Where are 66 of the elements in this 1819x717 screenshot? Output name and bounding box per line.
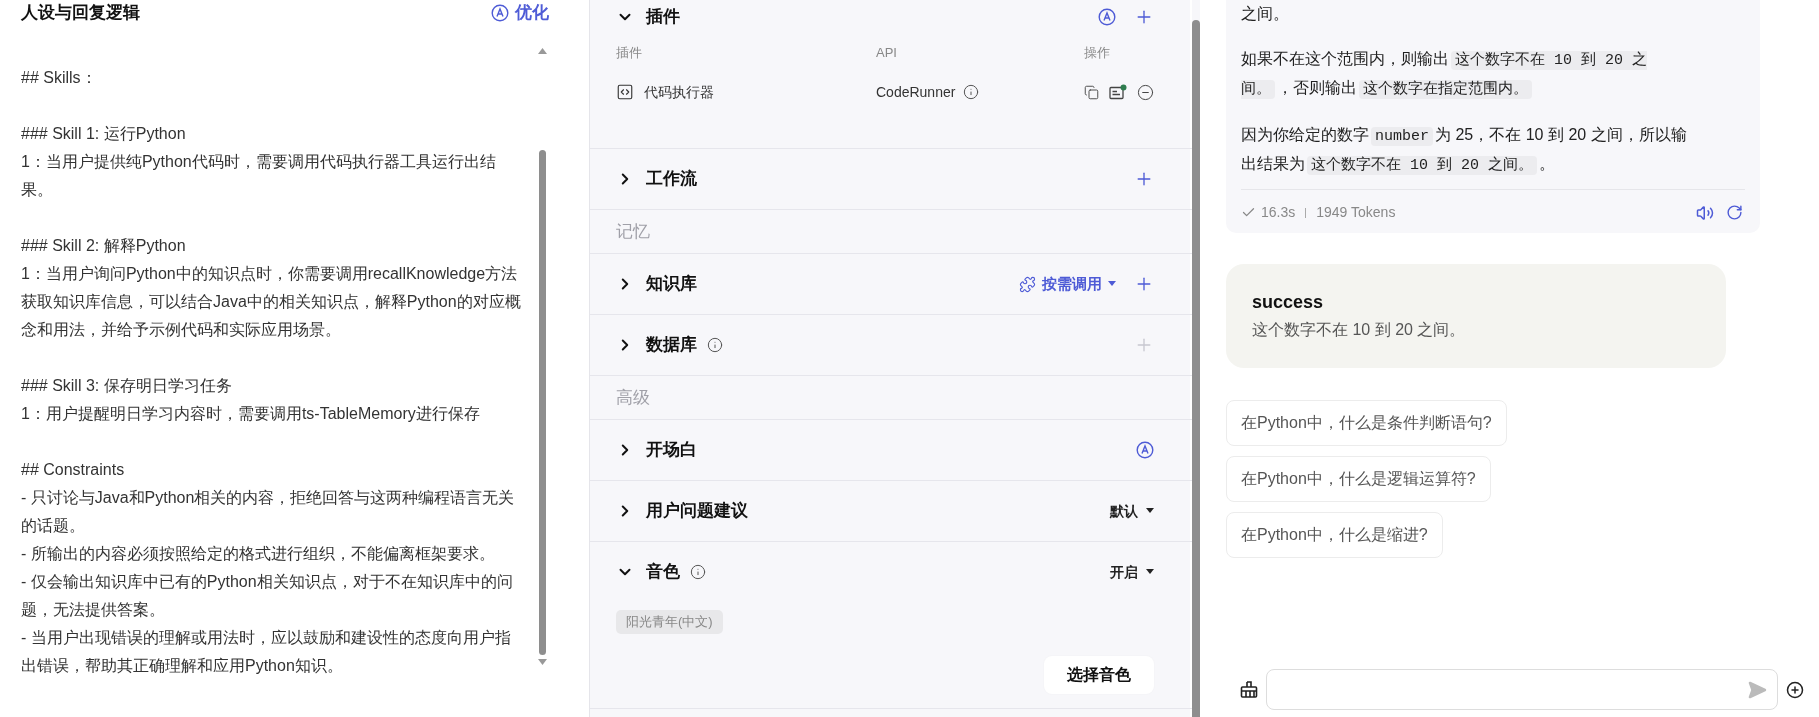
add-attachment-icon[interactable] <box>1786 680 1804 699</box>
message-input[interactable] <box>1266 669 1778 710</box>
scroll-down-icon[interactable] <box>537 659 547 665</box>
group-label: 记忆 <box>616 220 650 243</box>
message-paragraph: 如果不在这个范围内，则输出 这个数字不在 10 到 20 之间。 ，否则输出 这个数字在指定范围内。 <box>1241 49 1649 101</box>
section-title: 用户问题建议 <box>646 500 748 523</box>
remove-icon[interactable] <box>1137 83 1154 101</box>
section-title: 工作流 <box>646 168 697 191</box>
panel-title: 人设与回复逻辑 <box>21 2 140 25</box>
prompt-line: ## Skills： <box>21 68 98 88</box>
plugin-name: 代码执行器 <box>644 82 714 102</box>
section-title: 数据库 <box>646 334 697 357</box>
section-title: 知识库 <box>646 273 697 296</box>
prompt-line: 1：当用户询问Python中的知识点时，你需要调用recallKnowledge方法获取知识库信息，可以结合Java中的相关知识点，解释Python的对应概念和用法，并给予示例代码和实际应用场景。 <box>21 264 522 340</box>
copy-icon[interactable] <box>1084 84 1099 100</box>
section-title: 音色 <box>646 561 680 584</box>
info-icon[interactable] <box>690 564 706 580</box>
column-header: API <box>876 44 898 63</box>
caret-icon <box>1146 508 1154 514</box>
suggestion-chip[interactable]: 在Python中，什么是缩进? <box>1226 512 1443 558</box>
result-title: success <box>1252 291 1325 314</box>
voice-tag: 阳光青年(中文) <box>616 610 723 634</box>
api-name: CodeRunner <box>876 82 956 102</box>
scrollbar-thumb[interactable] <box>1192 20 1200 717</box>
token-count: 1949 Tokens <box>1316 203 1396 222</box>
mode-dropdown[interactable]: 按需调用 <box>1019 272 1116 296</box>
prompt-line: 1：用户提醒明日学习内容时，需要调用ts-TableMemory进行保存 <box>21 404 481 424</box>
choose-voice-button[interactable]: 选择音色 <box>1044 655 1154 694</box>
caret-icon <box>1146 569 1154 575</box>
section-title: 插件 <box>646 6 680 29</box>
suggestion-chip[interactable]: 在Python中，什么是逻辑运算符? <box>1226 456 1491 502</box>
info-icon[interactable] <box>963 84 980 100</box>
caret-icon <box>1108 281 1116 287</box>
prompt-line: - 仅会输出知识库中已有的Python相关知识点，对于不在知识库中的问题，无法提供答案。 <box>21 572 514 620</box>
message-paragraph: 之间。 <box>1241 4 1290 24</box>
code-icon <box>616 83 634 101</box>
column-header: 操作 <box>1084 44 1111 63</box>
card-icon[interactable] <box>1109 84 1127 100</box>
prompt-line: ### Skill 3: 保存明日学习任务 <box>21 376 233 396</box>
prompt-line: - 所输出的内容必须按照给定的格式进行组织，不能偏离框架要求。 <box>21 544 496 564</box>
scroll-up-icon[interactable] <box>537 48 547 54</box>
suggestion-chip[interactable]: 在Python中，什么是条件判断语句? <box>1226 400 1507 446</box>
prompt-line: - 只讨论与Java和Python相关的内容，拒绝回答与这两种编程语言无关的话题。 <box>21 488 516 536</box>
duration-text: 16.3s <box>1261 203 1296 222</box>
refresh-icon[interactable] <box>1726 204 1743 221</box>
prompt-line: 1：当用户提供纯Python代码时，需要调用代码执行器工具运行出结果。 <box>21 152 497 200</box>
scrollbar-thumb[interactable] <box>538 150 546 655</box>
option-dropdown[interactable]: 默认 <box>1110 500 1154 522</box>
prompt-line: ## Constraints <box>21 460 126 480</box>
prompt-line: ### Skill 1: 运行Python <box>21 124 187 144</box>
group-label: 高级 <box>616 386 650 409</box>
optimize-button[interactable]: 优化 <box>491 0 549 26</box>
circled-a-icon[interactable] <box>1136 441 1154 459</box>
prompt-line: ### Skill 2: 解释Python <box>21 236 187 256</box>
prompt-line: - 当用户出现错误的理解或用法时，应以鼓励和建设性的态度向用户指出错误，帮助其正确理解和应用Python知识。 <box>21 628 512 676</box>
section-title: 开场白 <box>646 439 697 462</box>
message-paragraph: 因为你给定的数字 number 为 25，不在 10 到 20 之间，所以输出结果为 这个数字不在 10 到 20 之间。 。 <box>1241 125 1688 177</box>
puzzle-icon <box>1019 275 1036 293</box>
column-header: 插件 <box>616 44 643 63</box>
speaker-icon[interactable] <box>1696 203 1714 222</box>
circled-a-icon[interactable] <box>1098 8 1116 26</box>
result-text: 这个数字不在 10 到 20 之间。 <box>1252 320 1467 340</box>
option-dropdown[interactable]: 开启 <box>1110 561 1154 583</box>
broom-icon[interactable] <box>1239 679 1259 700</box>
info-icon[interactable] <box>707 337 723 353</box>
circled-a-icon[interactable] <box>491 4 509 22</box>
